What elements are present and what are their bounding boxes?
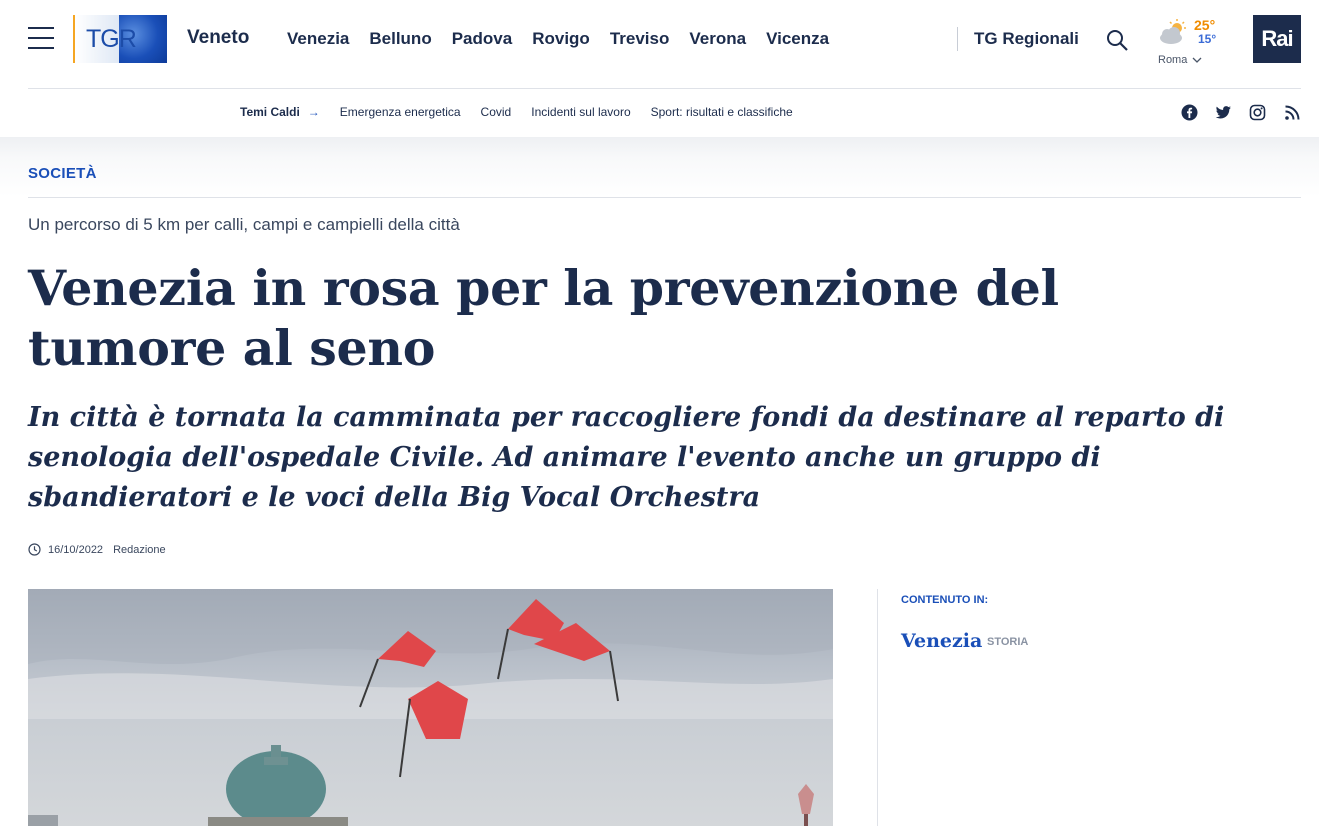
article-author[interactable]: Redazione bbox=[113, 544, 166, 556]
nav-divider bbox=[957, 27, 958, 51]
section-label[interactable]: SOCIETÀ bbox=[28, 165, 97, 182]
rai-logo[interactable]: Rai bbox=[1253, 15, 1301, 63]
dome bbox=[208, 745, 348, 826]
rss-icon[interactable] bbox=[1284, 104, 1301, 121]
article-date: 16/10/2022 bbox=[48, 543, 104, 556]
hot-topics-bar: Temi Caldi → Emergenza energetica Covid … bbox=[240, 105, 813, 119]
nav-item-rovigo[interactable]: Rovigo bbox=[532, 29, 590, 49]
arrow-right-icon[interactable]: → bbox=[308, 105, 320, 119]
province-nav: Venezia Belluno Padova Rovigo Treviso Ve… bbox=[287, 29, 849, 49]
tag-venezia-link[interactable]: Venezia bbox=[901, 630, 982, 652]
content-in-label: CONTENUTO IN: bbox=[901, 594, 989, 606]
site-header: TGR Veneto Venezia Belluno Padova Rovigo… bbox=[0, 0, 1319, 88]
facebook-icon[interactable] bbox=[1181, 104, 1198, 121]
tag-storia[interactable]: STORIA bbox=[987, 636, 1028, 648]
partly-cloudy-icon[interactable] bbox=[1157, 19, 1189, 45]
clock-icon bbox=[28, 543, 41, 556]
twitter-icon[interactable] bbox=[1215, 104, 1232, 121]
topic-incidenti[interactable]: Incidenti sul lavoro bbox=[531, 105, 630, 119]
hot-topics-label[interactable]: Temi Caldi bbox=[240, 105, 300, 119]
menu-icon[interactable] bbox=[28, 27, 54, 51]
weather-city[interactable]: Roma bbox=[1158, 54, 1187, 66]
nav-item-venezia[interactable]: Venezia bbox=[287, 29, 349, 49]
lamp-post bbox=[798, 784, 814, 826]
article-meta: 16/10/2022 Redazione bbox=[28, 543, 166, 556]
section-band bbox=[0, 137, 1319, 197]
nav-item-padova[interactable]: Padova bbox=[452, 29, 512, 49]
region-title[interactable]: Veneto bbox=[187, 27, 249, 49]
topic-covid[interactable]: Covid bbox=[481, 105, 512, 119]
article-overline: Un percorso di 5 km per calli, campi e c… bbox=[28, 215, 460, 234]
header-divider bbox=[28, 88, 1301, 89]
sidebar-divider bbox=[877, 589, 878, 826]
topic-sport[interactable]: Sport: risultati e classifiche bbox=[651, 105, 793, 119]
article-image[interactable] bbox=[28, 589, 833, 826]
tgr-logo-text: TGR bbox=[86, 25, 137, 53]
chevron-down-icon[interactable] bbox=[1192, 56, 1202, 64]
nav-item-verona[interactable]: Verona bbox=[689, 29, 746, 49]
tgr-logo[interactable]: TGR bbox=[75, 15, 167, 63]
nav-item-vicenza[interactable]: Vicenza bbox=[766, 29, 829, 49]
nav-item-belluno[interactable]: Belluno bbox=[369, 29, 431, 49]
temperature-min: 15° bbox=[1198, 32, 1217, 46]
section-divider bbox=[28, 197, 1301, 198]
article-photo bbox=[28, 589, 833, 826]
search-icon[interactable] bbox=[1105, 28, 1129, 52]
tg-regionali-link[interactable]: TG Regionali bbox=[974, 29, 1079, 49]
temperature-max: 25° bbox=[1194, 17, 1216, 33]
topic-energia[interactable]: Emergenza energetica bbox=[340, 105, 461, 119]
nav-item-treviso[interactable]: Treviso bbox=[610, 29, 670, 49]
article-subtitle: In città è tornata la camminata per racc… bbox=[28, 402, 1225, 513]
instagram-icon[interactable] bbox=[1249, 104, 1266, 121]
article-title: Venezia in rosa per la prevenzione del t… bbox=[28, 259, 1059, 377]
